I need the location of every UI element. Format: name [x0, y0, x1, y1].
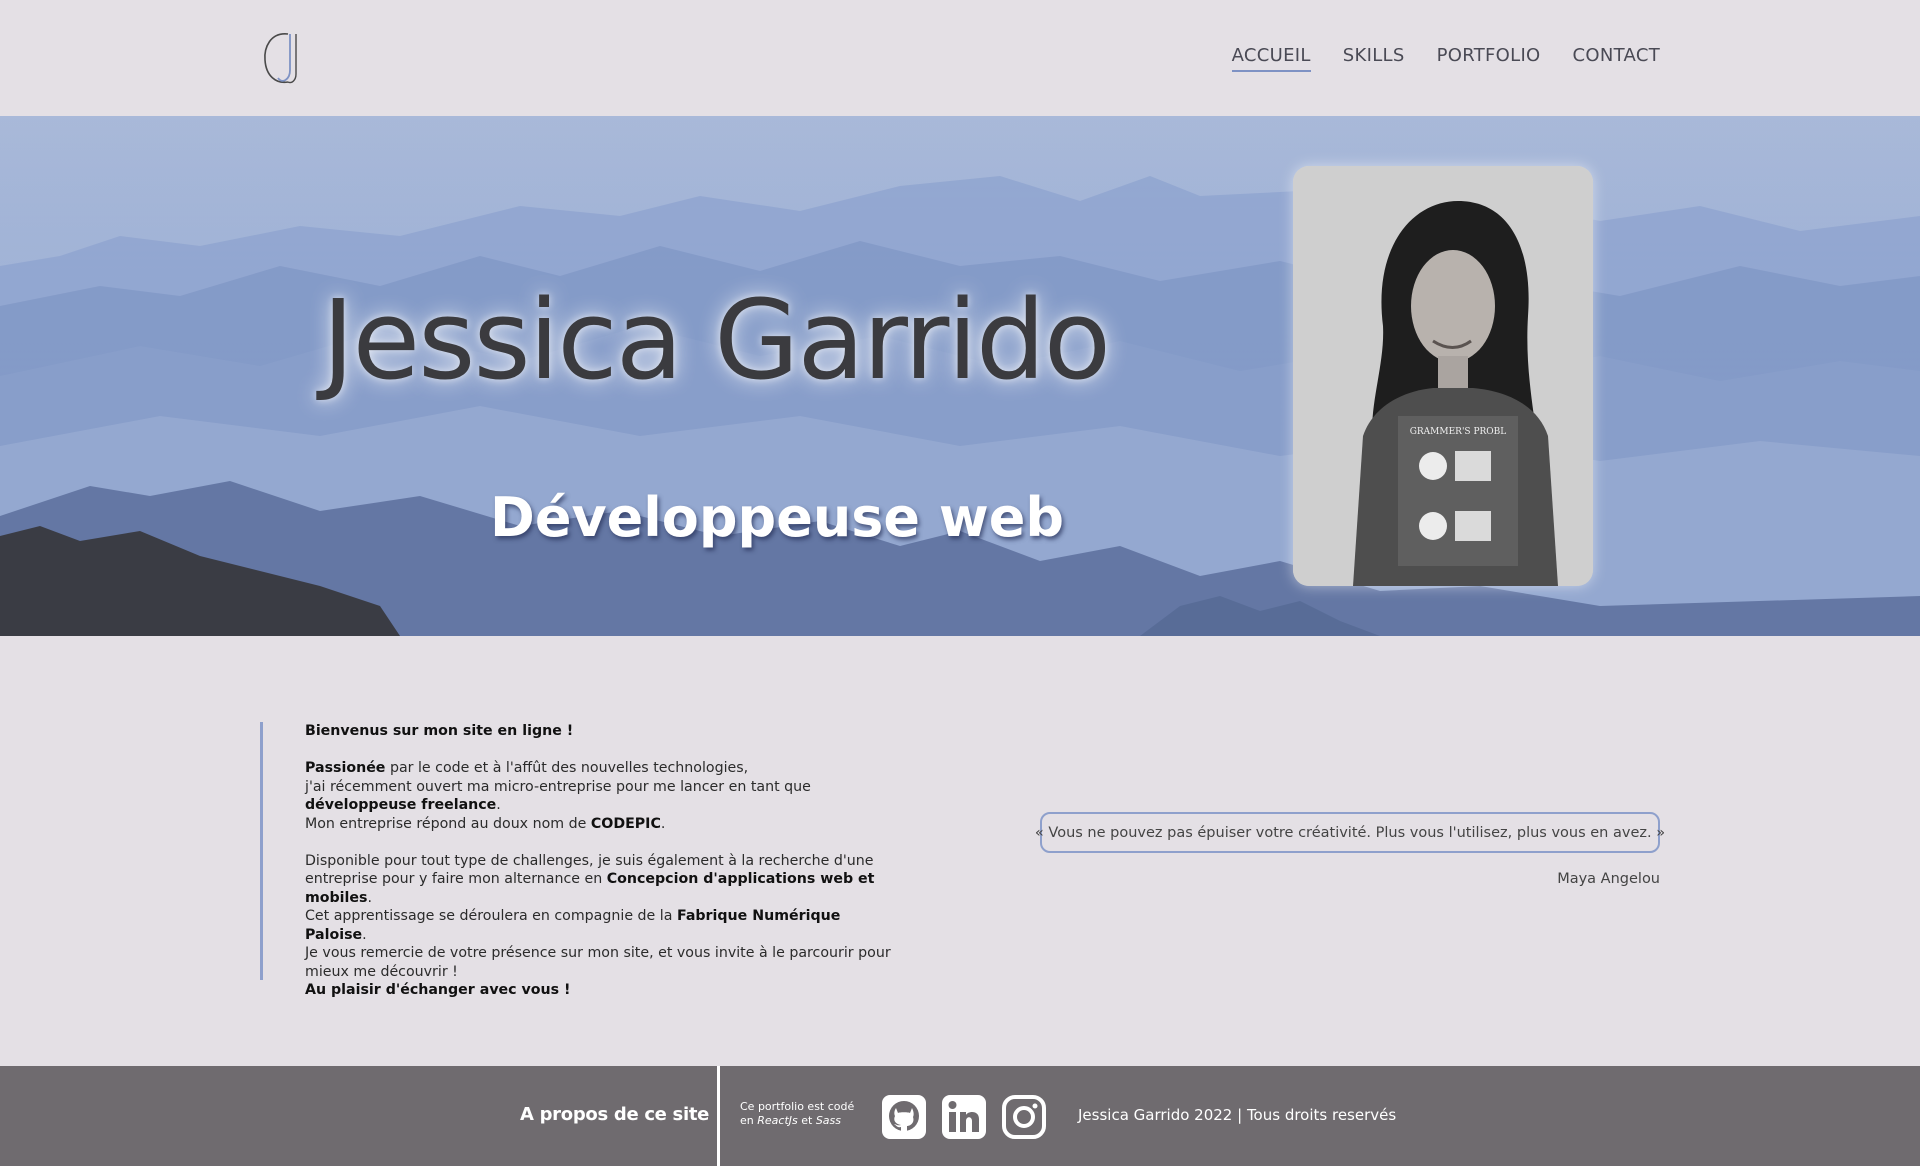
copyright-text: Jessica Garrido 2022 | Tous droits reser… [1078, 1106, 1397, 1124]
text-span: Cet apprentissage se déroulera en compag… [305, 908, 677, 924]
quote-box: « Vous ne pouvez pas épuiser votre créat… [1035, 812, 1665, 853]
site-header: ACCUEIL SKILLS PORTFOLIO CONTACT [0, 0, 1920, 116]
text-span: par le code et à l'affût des nouvelles t… [385, 760, 749, 776]
site-footer: A propos de ce site Ce portfolio est cod… [0, 1066, 1920, 1166]
text-span: j'ai récemment ouvert ma micro-entrepris… [305, 778, 811, 795]
about-site-link[interactable]: A propos de ce site [520, 1104, 709, 1125]
welcome-heading: Bienvenus sur mon site en ligne ! [305, 723, 574, 739]
intro-text: Bienvenus sur mon site en ligne ! Passio… [260, 722, 900, 998]
nav-item-accueil[interactable]: ACCUEIL [1231, 45, 1311, 72]
quote-author: Maya Angelou [1557, 871, 1660, 887]
nav-item-skills[interactable]: SKILLS [1343, 45, 1405, 72]
footer-divider [717, 1066, 720, 1166]
keyword-codepic: CODEPIC [590, 815, 661, 832]
hero-banner: Jessica Garrido Développeuse web GRAMMER… [0, 116, 1920, 636]
text-span: . [496, 797, 501, 813]
intro-paragraph-passion: Passionée par le code et à l'affût des n… [305, 759, 900, 833]
text-span: ReactJs [757, 1114, 798, 1127]
keyword-freelance: développeuse freelance [305, 797, 497, 813]
text-span: Ce portfolio est codé [740, 1100, 855, 1113]
portrait-photo: GRAMMER'S PROBL [1293, 166, 1593, 586]
keyword-passionee: Passionée [305, 760, 386, 776]
text-span: Sass [815, 1114, 842, 1127]
instagram-icon[interactable] [1001, 1094, 1047, 1140]
main-nav: ACCUEIL SKILLS PORTFOLIO CONTACT [1231, 45, 1660, 72]
text-span: . [660, 815, 666, 832]
text-span: et [797, 1114, 816, 1127]
jg-monogram-icon[interactable] [262, 30, 308, 86]
tech-stack-note: Ce portfolio est codé en ReactJs et Sass [740, 1100, 854, 1128]
text-span: . [362, 926, 367, 943]
linkedin-icon[interactable] [941, 1094, 987, 1140]
text-span: en [740, 1114, 758, 1127]
nav-item-portfolio[interactable]: PORTFOLIO [1437, 45, 1541, 72]
svg-text:GRAMMER'S PROBL: GRAMMER'S PROBL [1410, 427, 1507, 437]
text-span: Je vous remercie de votre présence sur m… [305, 945, 891, 980]
hero-name: Jessica Garrido [322, 276, 1111, 404]
closing-line: Au plaisir d'échanger avec vous ! [305, 982, 571, 998]
intro-paragraph-alternance: Disponible pour tout type de challenges,… [305, 852, 900, 1000]
hero-subtitle: Développeuse web [490, 486, 1064, 549]
nav-item-contact[interactable]: CONTACT [1573, 45, 1660, 72]
github-icon[interactable] [881, 1094, 927, 1140]
text-span: Mon entreprise répond au doux nom de [305, 815, 591, 832]
text-span: . [367, 889, 372, 906]
